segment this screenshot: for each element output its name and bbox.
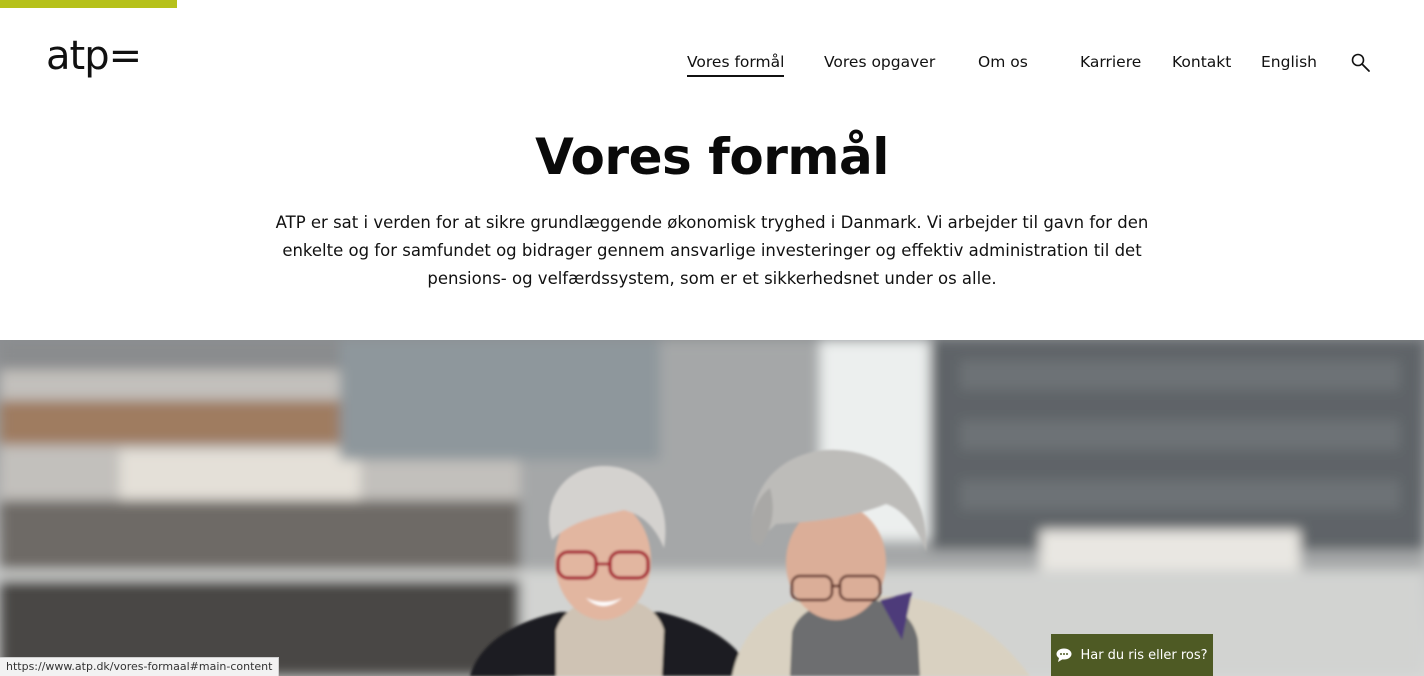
nav-english[interactable]: English bbox=[1261, 50, 1317, 74]
main-nav: Vores formål Vores opgaver Om os Karrier… bbox=[0, 50, 1424, 80]
nav-vores-opgaver[interactable]: Vores opgaver bbox=[824, 50, 935, 74]
nav-vores-formaal[interactable]: Vores formål bbox=[687, 50, 785, 77]
status-bar-url: https://www.atp.dk/vores-formaal#main-co… bbox=[0, 657, 280, 676]
accent-bar bbox=[0, 0, 177, 8]
feedback-label: Har du ris eller ros? bbox=[1080, 647, 1208, 663]
search-icon[interactable] bbox=[1350, 52, 1372, 74]
chat-bubble-icon bbox=[1056, 648, 1072, 662]
hero-illustration bbox=[0, 340, 1424, 676]
page-title: Vores formål bbox=[535, 128, 889, 186]
hero-image bbox=[0, 340, 1424, 676]
feedback-button[interactable]: Har du ris eller ros? bbox=[1051, 634, 1213, 676]
nav-karriere[interactable]: Karriere bbox=[1080, 50, 1141, 74]
nav-kontakt[interactable]: Kontakt bbox=[1172, 50, 1231, 74]
nav-om-os[interactable]: Om os bbox=[978, 50, 1028, 74]
intro-text: ATP er sat i verden for at sikre grundlæ… bbox=[275, 213, 1149, 288]
